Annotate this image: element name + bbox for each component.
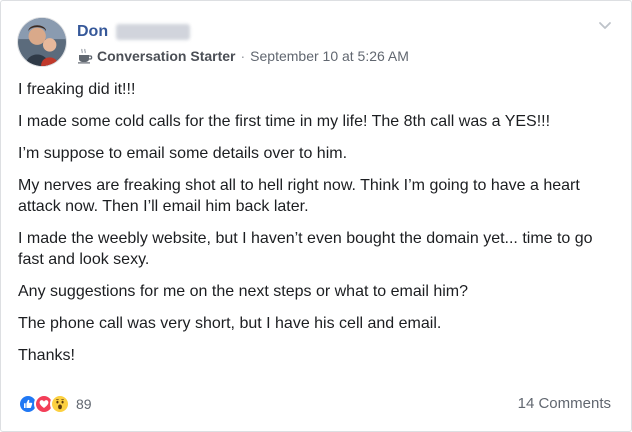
comments-link[interactable]: 14 Comments	[518, 393, 611, 415]
coffee-cup-icon	[77, 48, 93, 64]
post-paragraph: The phone call was very short, but I hav…	[18, 315, 442, 332]
post-paragraph: I made the weebly website, but I haven’t…	[18, 230, 593, 268]
author-row: Don	[77, 21, 191, 43]
post-card: Don Conversation Starter · September 10 …	[0, 0, 632, 432]
post-paragraph: My nerves are freaking shot all to hell …	[18, 177, 580, 215]
post-options-chevron-icon[interactable]	[597, 17, 613, 33]
post-body: I freaking did it!!! I made some cold ca…	[18, 79, 618, 377]
reaction-summary[interactable]: 89	[18, 393, 92, 415]
avatar-photo	[18, 18, 66, 66]
post-meta: Conversation Starter · September 10 at 5…	[77, 46, 409, 66]
redacted-last-name	[116, 24, 191, 40]
post-paragraph: Any suggestions for me on the next steps…	[18, 283, 469, 300]
post-paragraph: I’m suppose to email some details over t…	[18, 145, 348, 162]
meta-separator: ·	[240, 48, 246, 64]
author-avatar[interactable]	[17, 17, 67, 67]
wow-icon	[50, 394, 70, 414]
reaction-count: 89	[76, 396, 92, 412]
post-paragraph: I freaking did it!!!	[18, 81, 136, 98]
conversation-starter-badge[interactable]: Conversation Starter	[97, 48, 235, 64]
post-timestamp[interactable]: September 10 at 5:26 AM	[250, 48, 409, 64]
post-paragraph: Thanks!	[18, 347, 75, 364]
author-name[interactable]: Don	[77, 23, 108, 41]
post-paragraph: I made some cold calls for the first tim…	[18, 113, 551, 130]
